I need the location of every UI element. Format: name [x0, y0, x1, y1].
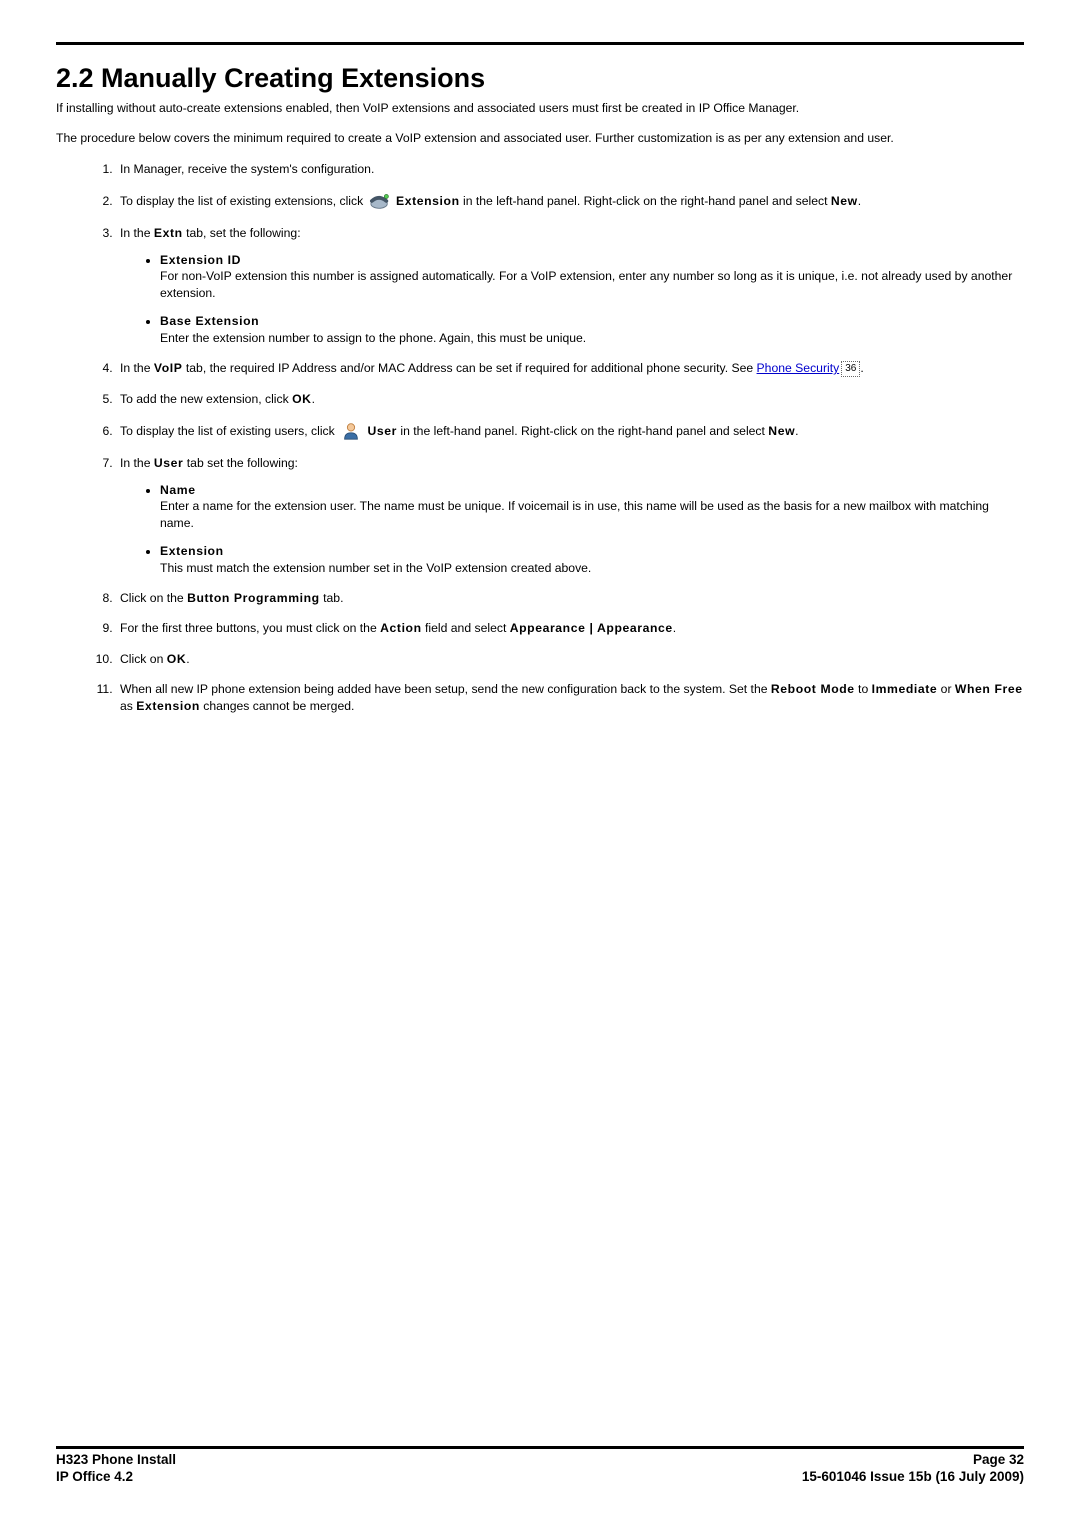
step-6-text-a: To display the list of existing users, c… [120, 424, 338, 438]
step-6-bold-new: New [768, 424, 795, 438]
step-11-text-g: as [120, 699, 136, 713]
step-11-text-i: changes cannot be merged. [200, 699, 354, 713]
step-1: In Manager, receive the system's configu… [116, 161, 1024, 177]
step-10-text-a: Click on [120, 652, 167, 666]
step-7: In the User tab set the following: Name … [116, 455, 1024, 576]
page-ref-box: 36 [841, 361, 860, 377]
step-3-sub-extension-id: Extension ID For non-VoIP extension this… [160, 252, 1024, 301]
step-2-text-c: in the left-hand panel. Right-click on t… [463, 194, 831, 208]
step-2-text-e: . [858, 194, 861, 208]
step-7-text-c: tab set the following: [183, 456, 298, 470]
step-4-text-a: In the [120, 361, 154, 375]
step-8: Click on the Button Programming tab. [116, 590, 1024, 606]
steps-list: In Manager, receive the system's configu… [56, 161, 1024, 714]
step-7-sub-extension: Extension This must match the extension … [160, 543, 1024, 576]
step-10-text-c: . [186, 652, 189, 666]
step-7-bold-user: User [154, 456, 184, 470]
step-8-bold-buttonprog: Button Programming [187, 591, 320, 605]
step-6-bold-user: User [368, 424, 398, 438]
step-5-text-c: . [312, 392, 315, 406]
sub-title-name: Name [160, 483, 196, 497]
step-11-text-c: to [855, 682, 872, 696]
step-2-bold-extension: Extension [396, 194, 460, 208]
step-4-bold-voip: VoIP [154, 361, 183, 375]
step-7-sub-name: Name Enter a name for the extension user… [160, 482, 1024, 531]
step-9-text-e: . [673, 621, 676, 635]
step-3-text-a: In the [120, 226, 154, 240]
step-6-text-c: in the left-hand panel. Right-click on t… [400, 424, 768, 438]
step-5: To add the new extension, click OK. [116, 391, 1024, 407]
step-9: For the first three buttons, you must cl… [116, 620, 1024, 636]
sub-body-base-extension: Enter the extension number to assign to … [160, 331, 586, 345]
sub-title-extension: Extension [160, 544, 224, 558]
step-5-text-a: To add the new extension, click [120, 392, 292, 406]
phone-security-link[interactable]: Phone Security [757, 361, 840, 375]
sub-title-base-extension: Base Extension [160, 314, 259, 328]
step-3-bold-extn: Extn [154, 226, 183, 240]
sub-body-name: Enter a name for the extension user. The… [160, 499, 989, 529]
extension-icon [369, 191, 391, 211]
footer-right-1: Page 32 [973, 1451, 1024, 1469]
step-3-sub-base-extension: Base Extension Enter the extension numbe… [160, 313, 1024, 346]
step-3: In the Extn tab, set the following: Exte… [116, 225, 1024, 346]
top-rule [56, 42, 1024, 45]
step-10: Click on OK. [116, 651, 1024, 667]
step-3-sublist: Extension ID For non-VoIP extension this… [120, 252, 1024, 346]
step-9-text-c: field and select [422, 621, 510, 635]
page-footer: H323 Phone Install Page 32 IP Office 4.2… [56, 1446, 1024, 1486]
intro-paragraph-1: If installing without auto-create extens… [56, 100, 1024, 116]
step-9-bold-action: Action [380, 621, 422, 635]
document-page: 2.2 Manually Creating Extensions If inst… [0, 0, 1080, 1528]
step-3-text-c: tab, set the following: [183, 226, 301, 240]
step-10-bold-ok: OK [167, 652, 186, 666]
bottom-rule [56, 1446, 1024, 1449]
section-title: 2.2 Manually Creating Extensions [56, 63, 1024, 94]
step-11: When all new IP phone extension being ad… [116, 681, 1024, 714]
step-9-bold-appearance: Appearance | Appearance [510, 621, 673, 635]
step-4-text-d: . [860, 361, 863, 375]
step-6-text-e: . [795, 424, 798, 438]
step-11-bold-rebootmode: Reboot Mode [771, 682, 855, 696]
step-7-sublist: Name Enter a name for the extension user… [120, 482, 1024, 576]
footer-right-2: 15-601046 Issue 15b (16 July 2009) [802, 1468, 1024, 1486]
user-icon [340, 421, 362, 441]
sub-body-extension-id: For non-VoIP extension this number is as… [160, 269, 1012, 299]
step-1-text: In Manager, receive the system's configu… [120, 162, 374, 176]
step-2-text-a: To display the list of existing extensio… [120, 194, 367, 208]
step-11-text-e: or [937, 682, 955, 696]
step-11-bold-whenfree: When Free [955, 682, 1023, 696]
step-11-bold-extension: Extension [136, 699, 200, 713]
step-6: To display the list of existing users, c… [116, 421, 1024, 441]
step-2: To display the list of existing extensio… [116, 191, 1024, 211]
step-5-bold-ok: OK [292, 392, 311, 406]
step-4: In the VoIP tab, the required IP Address… [116, 360, 1024, 377]
step-8-text-c: tab. [320, 591, 344, 605]
footer-left-2: IP Office 4.2 [56, 1468, 133, 1486]
step-4-text-c: tab, the required IP Address and/or MAC … [182, 361, 756, 375]
sub-body-extension: This must match the extension number set… [160, 561, 591, 575]
step-2-bold-new: New [831, 194, 858, 208]
step-11-bold-immediate: Immediate [872, 682, 938, 696]
intro-paragraph-2: The procedure below covers the minimum r… [56, 130, 1024, 146]
step-8-text-a: Click on the [120, 591, 187, 605]
footer-left-1: H323 Phone Install [56, 1451, 176, 1469]
step-9-text-a: For the first three buttons, you must cl… [120, 621, 380, 635]
sub-title-extension-id: Extension ID [160, 253, 241, 267]
step-7-text-a: In the [120, 456, 154, 470]
step-11-text-a: When all new IP phone extension being ad… [120, 682, 771, 696]
